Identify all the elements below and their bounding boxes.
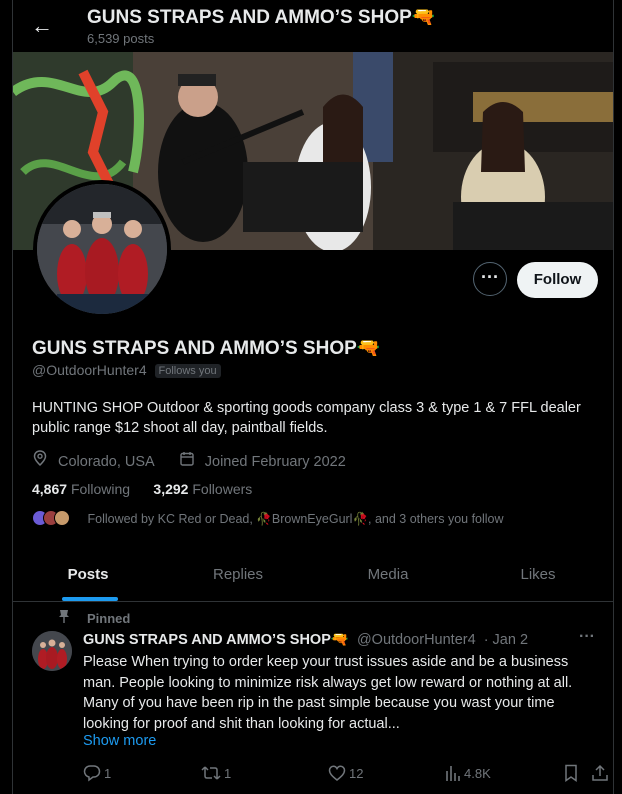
reply-button[interactable]: 1 [83,764,111,782]
repost-count: 1 [224,766,232,781]
post-more-icon[interactable]: ··· [579,628,595,646]
profile-bio: HUNTING SHOP Outdoor & sporting goods co… [32,400,581,436]
profile-tabs: Posts Replies Media Likes [13,548,613,602]
reply-icon [83,765,101,782]
tab-media[interactable]: Media [313,548,463,601]
post-author-name-text: GUNS STRAPS AND AMMO’S SHOP [83,632,331,648]
analytics-icon [446,766,460,781]
tab-posts[interactable]: Posts [13,548,163,601]
avatar-photo-art [37,184,167,314]
location-text: Colorado, USA [58,454,155,470]
location-item: Colorado, USA [32,450,165,470]
joined-item: Joined February 2022 [179,451,356,470]
tab-likes-label: Likes [520,566,556,583]
views-button[interactable]: 4.8K [445,764,491,782]
profile-handle: @OutdoorHunter4 [32,362,147,378]
share-icon [592,764,608,781]
tab-replies[interactable]: Replies [163,548,313,601]
profile-page: ← GUNS STRAPS AND AMMO’S SHOP🔫 6,539 pos… [12,0,614,794]
profile-name: GUNS STRAPS AND AMMO’S SHOP🔫 [32,336,380,360]
back-arrow-icon[interactable]: ← [29,14,55,40]
like-button[interactable]: 12 [328,764,363,782]
reply-count: 1 [104,766,112,781]
profile-avatar[interactable] [33,180,171,318]
following-label: Following [70,481,131,497]
tab-media-label: Media [367,566,409,583]
show-more-link[interactable]: Show more [83,733,156,749]
header-title-text: GUNS STRAPS AND AMMO’S SHOP [87,7,412,28]
post-author-handle[interactable]: @OutdoorHunter4 [357,632,476,648]
follows-you-badge: Follows you [154,364,221,378]
post-author-name[interactable]: GUNS STRAPS AND AMMO’S SHOP🔫 [83,632,349,648]
location-pin-icon [32,450,48,470]
follower-avatar [54,510,70,526]
followers-count: 3,292 [153,481,189,497]
tab-replies-label: Replies [212,566,264,583]
more-options-button[interactable]: ··· [473,262,507,296]
repost-button[interactable]: 1 [201,764,231,782]
bookmark-icon [565,764,577,782]
posts-count: 6,539 posts [87,31,155,46]
joined-text: Joined February 2022 [204,454,346,470]
follow-counts: 4,867 Following 3,292 Followers [32,481,252,497]
repost-icon [201,766,221,780]
following-link[interactable]: 4,867 Following [32,481,130,497]
active-tab-indicator [62,597,118,601]
water-gun-emoji-icon: 🔫 [356,338,381,359]
post-date[interactable]: · Jan 2 [484,632,528,648]
post-header: GUNS STRAPS AND AMMO’S SHOP🔫 @OutdoorHun… [83,631,528,648]
header-title: GUNS STRAPS AND AMMO’S SHOP🔫 [87,5,435,29]
pin-icon [57,610,71,626]
profile-meta: Colorado, USA Joined February 2022 [32,450,366,470]
water-gun-emoji-icon: 🔫 [411,7,436,28]
post-text: Please When trying to order keep your tr… [83,654,573,732]
water-gun-emoji-icon: 🔫 [330,632,349,648]
share-button[interactable] [591,764,612,782]
followed-by-row[interactable]: Followed by KC Red or Dead, 🥀BrownEyeGur… [32,510,504,527]
tab-likes[interactable]: Likes [463,548,613,601]
view-count: 4.8K [464,766,491,781]
followed-by-text: Followed by KC Red or Dead, 🥀BrownEyeGur… [87,512,504,526]
top-bar: ← GUNS STRAPS AND AMMO’S SHOP🔫 6,539 pos… [13,0,613,52]
followers-link[interactable]: 3,292 Followers [153,481,252,497]
profile-name-text: GUNS STRAPS AND AMMO’S SHOP [32,338,357,359]
like-count: 12 [349,766,364,781]
profile-handle-row: @OutdoorHunter4 Follows you [32,362,221,378]
pinned-label: Pinned [87,611,131,626]
avatar-photo [37,184,167,314]
tab-posts-label: Posts [67,566,109,583]
post-avatar-art [32,631,72,671]
post-author-avatar[interactable] [32,631,72,671]
heart-icon [328,765,346,781]
pinned-indicator: Pinned [57,610,130,626]
follow-button[interactable]: Follow [517,262,598,298]
calendar-icon [179,451,195,470]
followers-label: Followers [192,481,253,497]
post-actions: 1 1 12 4.8K [83,764,608,784]
bookmark-button[interactable] [563,764,582,782]
following-count: 4,867 [32,481,68,497]
